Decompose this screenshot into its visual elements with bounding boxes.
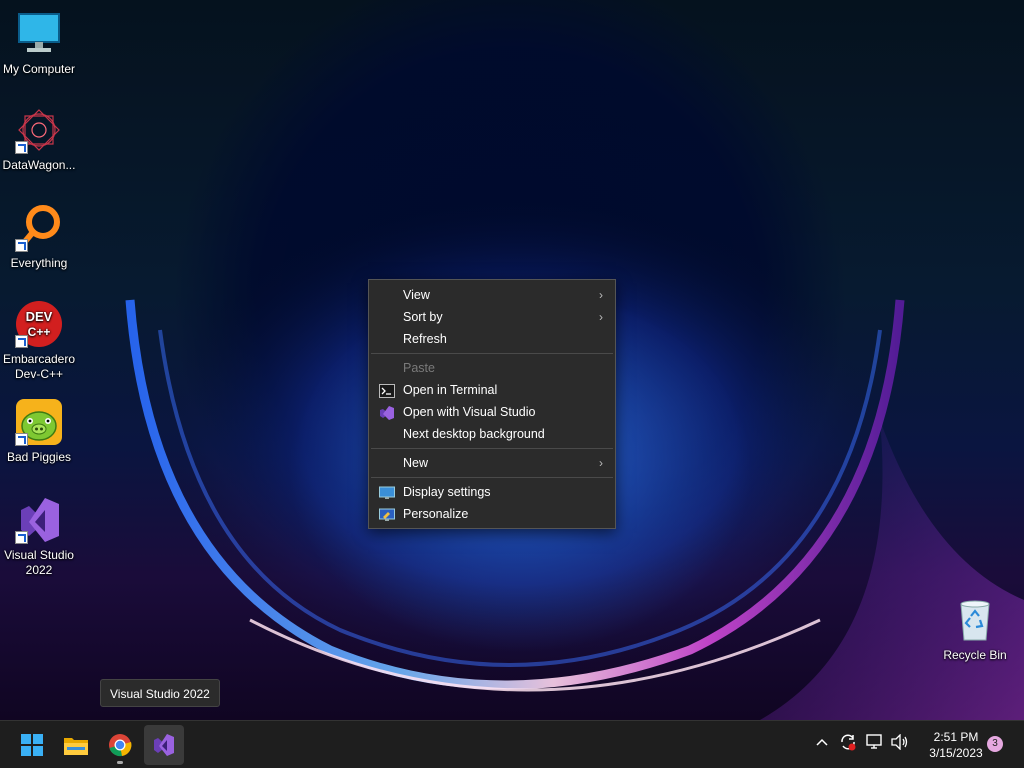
menu-item-personalize[interactable]: Personalize [369, 503, 615, 525]
bad-piggies-icon [15, 398, 63, 446]
chevron-right-icon: › [599, 456, 603, 470]
clock-time: 2:51 PM [933, 730, 979, 744]
menu-separator [371, 448, 613, 449]
volume-button[interactable] [891, 733, 909, 755]
desktop-icon-recycle-bin[interactable]: Recycle Bin [936, 596, 1014, 663]
desktop-icon-my-computer[interactable]: My Computer [0, 10, 78, 77]
menu-item-open-in-terminal[interactable]: Open in Terminal [369, 379, 615, 401]
menu-item-label: Open in Terminal [403, 383, 498, 397]
desktop-icon-everything[interactable]: Everything [0, 204, 78, 271]
menu-item-open-with-visual-studio[interactable]: Open with Visual Studio [369, 401, 615, 423]
menu-item-label: Paste [403, 361, 435, 375]
desktop-icon-label: Bad Piggies [6, 450, 72, 464]
menu-item-paste: Paste [369, 357, 615, 379]
menu-item-label: Refresh [403, 332, 447, 346]
notification-badge[interactable]: 3 [987, 736, 1003, 752]
folder-icon [64, 735, 88, 760]
menu-item-label: Display settings [403, 485, 491, 499]
shortcut-arrow-icon [15, 239, 28, 252]
sync-error-icon [839, 734, 857, 755]
menu-item-refresh[interactable]: Refresh [369, 328, 615, 350]
desktop-icon-label: Recycle Bin [943, 648, 1007, 662]
everything-search-icon [15, 204, 63, 252]
datawagon-icon [15, 106, 63, 154]
desktop-icon-visual-studio[interactable]: Visual Studio 2022 [0, 496, 78, 578]
menu-item-display-settings[interactable]: Display settings [369, 481, 615, 503]
start-button[interactable] [12, 725, 52, 765]
desktop-icon-label: Visual Studio 2022 [4, 548, 74, 577]
running-indicator [117, 761, 123, 764]
monitor-icon [15, 10, 63, 58]
show-hidden-icons-button[interactable] [815, 735, 829, 754]
menu-item-label: Open with Visual Studio [403, 405, 536, 419]
network-icon [866, 734, 884, 754]
menu-item-new[interactable]: New › [369, 452, 615, 474]
menu-item-label: View [403, 288, 430, 302]
chevron-up-icon [815, 736, 829, 753]
visual-studio-icon [152, 733, 176, 762]
taskbar-tooltip: Visual Studio 2022 [100, 679, 220, 707]
chevron-right-icon: › [599, 310, 603, 324]
display-settings-icon [379, 485, 395, 499]
speaker-icon [891, 733, 909, 754]
shortcut-arrow-icon [15, 335, 28, 348]
menu-item-label: New [403, 456, 429, 470]
desktop-icon-label: Everything [10, 256, 68, 270]
sync-status-button[interactable] [839, 733, 857, 756]
chrome-icon [108, 733, 132, 762]
menu-separator [371, 477, 613, 478]
desktop-context-menu: View › Sort by › Refresh Paste Open in T… [368, 279, 616, 529]
shortcut-arrow-icon [15, 141, 28, 154]
menu-item-label: Sort by [403, 310, 443, 324]
svg-text:C++: C++ [28, 325, 51, 339]
shortcut-arrow-icon [15, 433, 28, 446]
shortcut-arrow-icon [15, 531, 28, 544]
recycle-bin-icon [951, 596, 999, 644]
desktop-icon-label: DataWagon... [2, 158, 76, 172]
svg-text:DEV: DEV [26, 309, 53, 324]
taskbar-clock[interactable]: 2:51 PM 3/15/2023 [918, 729, 994, 761]
terminal-icon [379, 383, 395, 398]
menu-item-sort-by[interactable]: Sort by › [369, 306, 615, 328]
visual-studio-icon [379, 405, 395, 420]
personalize-icon [379, 507, 395, 521]
desktop-icon-bad-piggies[interactable]: Bad Piggies [0, 398, 78, 465]
desktop-icon-label: My Computer [2, 62, 76, 76]
menu-item-label: Next desktop background [403, 427, 545, 441]
menu-item-view[interactable]: View › [369, 284, 615, 306]
menu-item-next-desktop-background[interactable]: Next desktop background [369, 423, 615, 445]
clock-date: 3/15/2023 [929, 746, 983, 760]
devcpp-icon: DEV C++ [15, 300, 63, 348]
visual-studio-icon [15, 496, 63, 544]
network-button[interactable] [866, 734, 884, 755]
taskbar-file-explorer-button[interactable] [56, 725, 96, 765]
desktop-icon-label: Embarcadero Dev-C++ [2, 352, 76, 381]
taskbar: 2:51 PM 3/15/2023 3 [0, 720, 1024, 768]
taskbar-chrome-button[interactable] [100, 725, 140, 765]
menu-item-label: Personalize [403, 507, 469, 521]
chevron-right-icon: › [599, 288, 603, 302]
desktop-icon-datawagon[interactable]: DataWagon... [0, 106, 78, 173]
menu-separator [371, 353, 613, 354]
windows-start-icon [21, 734, 43, 761]
taskbar-visual-studio-button[interactable] [144, 725, 184, 765]
desktop-icon-devcpp[interactable]: DEV C++ Embarcadero Dev-C++ [0, 300, 78, 382]
